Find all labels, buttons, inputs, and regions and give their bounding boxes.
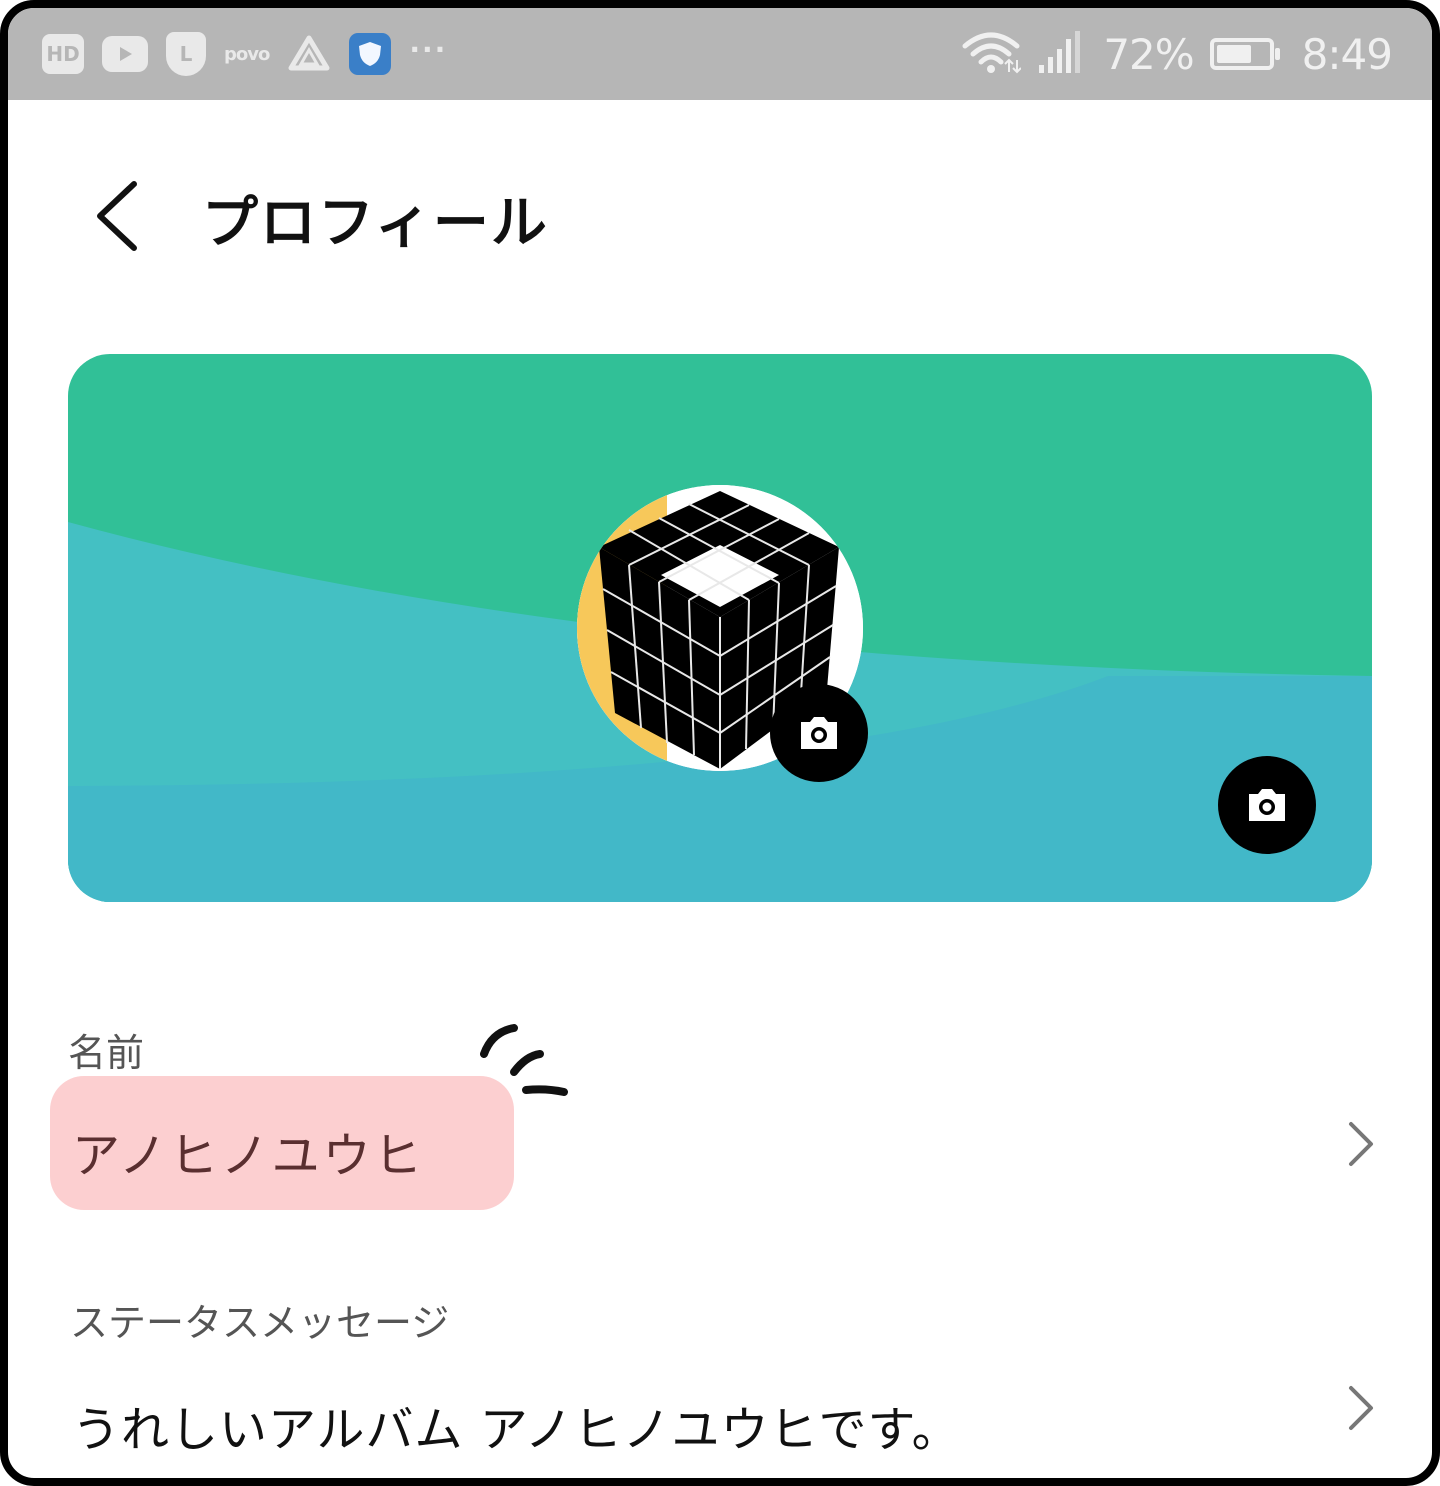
chevron-left-icon <box>97 181 137 251</box>
status-bar: HD L povo ··· 72% 8:49 <box>8 8 1432 100</box>
cover-image[interactable] <box>68 354 1372 902</box>
change-avatar-camera-button[interactable] <box>770 684 868 782</box>
l-shield-icon: L <box>166 32 206 76</box>
battery-percent: 72% <box>1103 29 1194 79</box>
clock-time: 8:49 <box>1301 29 1393 79</box>
camera-icon <box>801 717 837 749</box>
phone-screen: HD L povo ··· 72% 8:49 プロフィール 名前 アノヒノユウヒ… <box>0 0 1440 1486</box>
signal-icon <box>1037 29 1087 79</box>
wifi-icon <box>961 28 1023 80</box>
youtube-icon <box>102 36 148 72</box>
status-bar-notification-icons: HD L povo ··· <box>42 30 447 78</box>
status-message-label: ステータスメッセージ <box>70 1301 450 1345</box>
drive-icon <box>287 34 331 74</box>
vpn-shield-icon <box>349 33 392 75</box>
camera-icon <box>1249 789 1285 821</box>
name-row[interactable] <box>50 1070 1390 1220</box>
hd-icon: HD <box>42 34 84 74</box>
more-dots-icon: ··· <box>409 32 448 66</box>
povo-icon: povo <box>224 43 270 65</box>
back-button[interactable] <box>82 174 154 258</box>
status-message-row[interactable] <box>50 1348 1390 1468</box>
chevron-right-icon <box>1340 1114 1380 1174</box>
chevron-right-icon <box>1340 1378 1380 1438</box>
battery-level <box>1216 45 1252 63</box>
page-title: プロフィール <box>202 191 549 256</box>
battery-icon <box>1209 38 1280 70</box>
status-bar-system-icons: 72% 8:49 <box>961 26 1393 82</box>
change-cover-camera-button[interactable] <box>1218 756 1316 854</box>
name-label: 名前 <box>68 1031 145 1075</box>
